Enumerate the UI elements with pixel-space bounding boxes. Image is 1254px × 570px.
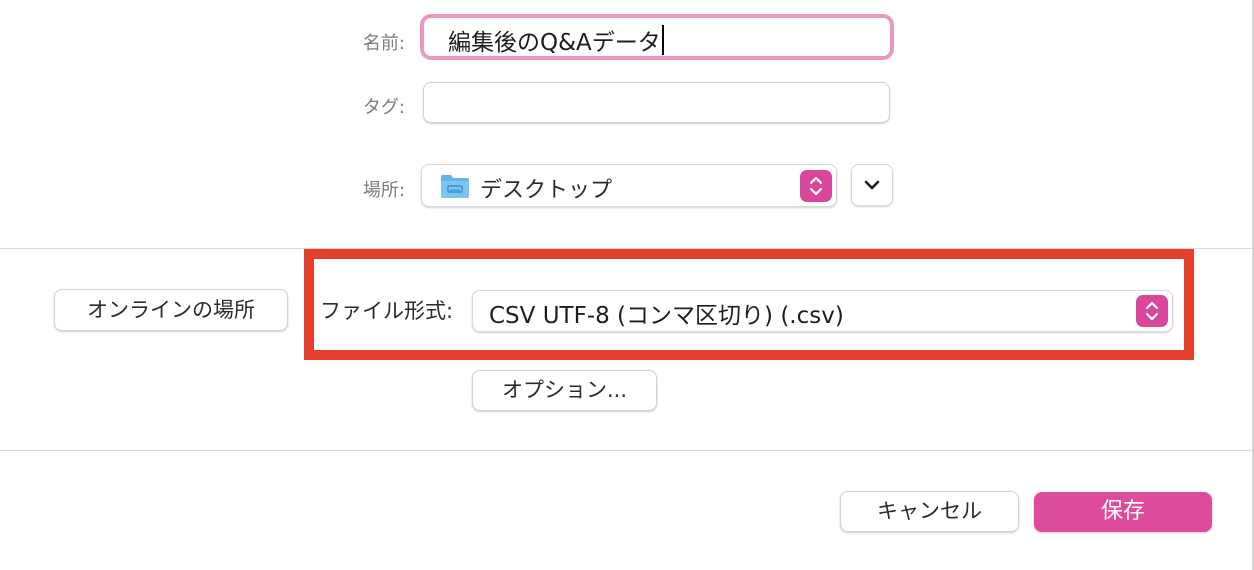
file-format-popup[interactable]: CSV UTF-8 (コンマ区切り) (.csv) bbox=[472, 290, 1173, 332]
save-button[interactable]: 保存 bbox=[1034, 492, 1212, 532]
up-down-chevron-icon bbox=[1136, 295, 1168, 327]
location-value: デスクトップ bbox=[480, 178, 613, 203]
name-value: 編集後のQ&Aデータ bbox=[448, 30, 661, 56]
up-down-chevron-icon bbox=[800, 170, 832, 202]
name-field[interactable]: 編集後のQ&Aデータ bbox=[420, 14, 894, 60]
cancel-button[interactable]: キャンセル bbox=[840, 491, 1019, 532]
online-locations-button[interactable]: オンラインの場所 bbox=[54, 289, 288, 331]
folder-icon bbox=[441, 175, 469, 198]
name-label: 名前: bbox=[362, 33, 405, 54]
divider-bottom bbox=[0, 450, 1254, 451]
location-label: 場所: bbox=[362, 180, 405, 201]
tag-label: タグ: bbox=[362, 97, 405, 118]
chevron-down-icon bbox=[864, 180, 880, 190]
file-format-value: CSV UTF-8 (コンマ区切り) (.csv) bbox=[489, 303, 844, 329]
options-button[interactable]: オプション... bbox=[472, 370, 657, 411]
tag-field[interactable] bbox=[423, 82, 890, 123]
text-caret bbox=[661, 25, 664, 55]
file-format-label: ファイル形式: bbox=[320, 299, 454, 323]
expand-button[interactable] bbox=[851, 164, 893, 206]
location-popup[interactable]: デスクトップ bbox=[421, 164, 837, 207]
